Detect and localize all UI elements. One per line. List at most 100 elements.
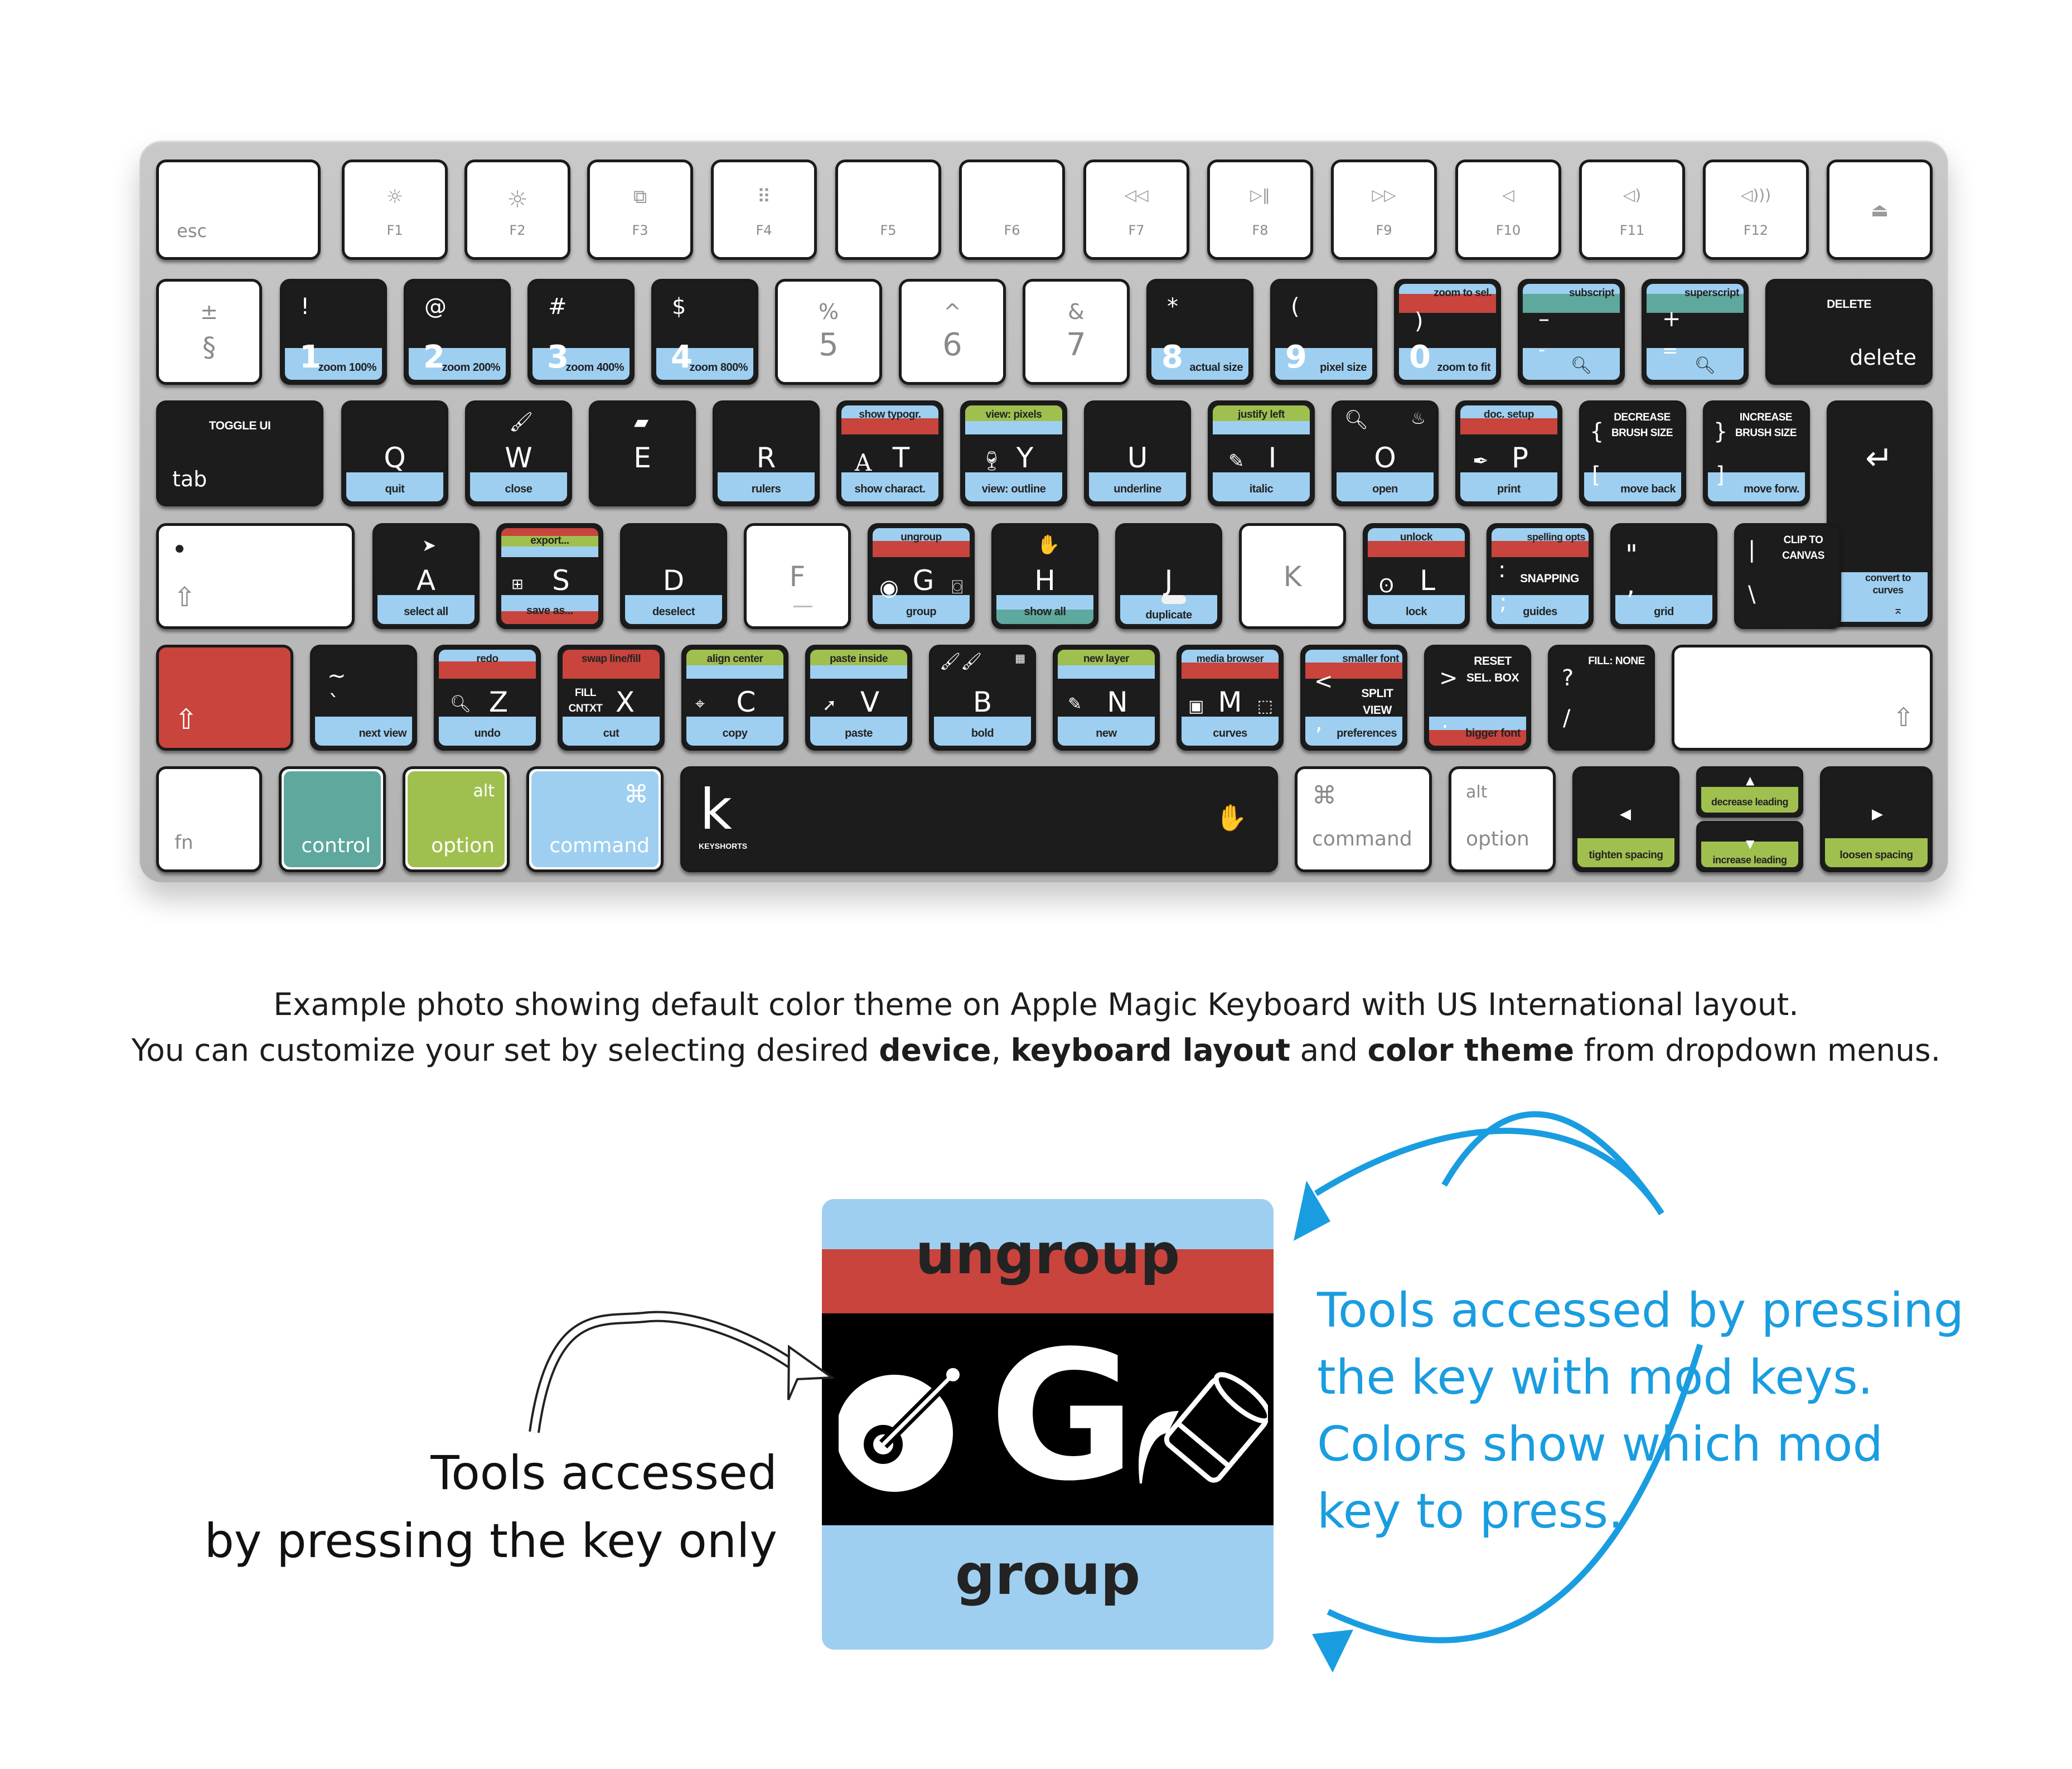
key-l[interactable]: unlock ʘ L lock	[1363, 523, 1470, 629]
key-label: ;	[1499, 589, 1507, 615]
key-label: I	[1268, 442, 1277, 475]
key-label: =	[1662, 340, 1678, 362]
key-action: print	[1497, 483, 1521, 495]
key-action: copy	[722, 727, 748, 740]
key-action: move forw.	[1744, 483, 1799, 495]
key-action: paste	[845, 727, 873, 740]
zoom-in-icon: 🔍︎	[1695, 356, 1716, 375]
key-shift-label: #	[548, 294, 567, 320]
key-shift-label: @	[424, 294, 447, 320]
key-label: S	[552, 564, 570, 597]
key-action: decrease leading	[1711, 796, 1789, 808]
key-mod-action: media browser	[1196, 653, 1264, 664]
key-mod-action: new layer	[1083, 653, 1130, 665]
pointer-icon: ➤	[422, 536, 437, 555]
marquee-icon: ⬚	[1257, 697, 1273, 716]
right-top-arrow	[1441, 1111, 1664, 1216]
key-label: `	[328, 691, 340, 717]
key-label: 0	[1409, 339, 1431, 375]
key-label: Q	[384, 442, 406, 475]
key-label: A	[416, 564, 436, 597]
hand-icon: ✋	[1037, 534, 1061, 556]
key-n[interactable]: new layer ✎ N new	[1053, 645, 1160, 751]
key-action: quit	[385, 483, 405, 495]
annotation-arrows	[529, 1111, 1703, 1673]
key-mod-action: unlock	[1400, 531, 1433, 543]
key-label: \	[1748, 582, 1756, 607]
key-shift-label: )	[1415, 308, 1424, 334]
home-bump	[1161, 595, 1186, 604]
key-shift-label: ?	[1562, 665, 1574, 691]
key-label: O	[1374, 442, 1396, 475]
node-tool-icon: ⌖	[695, 694, 705, 714]
zoom-out-icon: 🔍︎	[1571, 356, 1592, 375]
key-mod-action: smaller font	[1342, 653, 1399, 665]
key-action: loosen spacing	[1839, 849, 1913, 861]
key-mod-action: doc. setup	[1483, 409, 1534, 420]
key-shift-label: (	[1291, 294, 1300, 320]
key-shift-label: *	[1167, 294, 1178, 320]
key-action: convert to curves	[1865, 572, 1911, 596]
key-label: V	[860, 686, 880, 719]
key-action: show all	[1024, 606, 1066, 618]
key-shift-label: $	[672, 294, 686, 320]
key-mod-action: superscript	[1684, 287, 1739, 299]
key-label: N	[1107, 686, 1128, 719]
key-s[interactable]: export... ⊞ S save as...	[496, 523, 603, 629]
key-m[interactable]: media browser ▣ M ⬚ curves	[1177, 645, 1284, 751]
key-action: pixel size	[1320, 361, 1367, 374]
key-label: W	[505, 442, 532, 475]
blue-arrowhead-bottom	[1312, 1630, 1353, 1673]
crop-icon: ⊞	[511, 576, 524, 593]
key-shift-label: >	[1439, 665, 1458, 691]
key-action: next view	[359, 727, 406, 740]
key-action: zoom 400%	[565, 361, 624, 374]
key-mod-action: zoom to sel.	[1434, 287, 1492, 299]
key-shift-label: –	[1538, 306, 1550, 332]
key-label: D	[662, 564, 685, 597]
key-label: Z	[488, 686, 509, 719]
left-arrow-icon: ◀	[1620, 806, 1631, 823]
key-shift-label: :	[1498, 557, 1506, 583]
key-action: undo	[474, 727, 501, 740]
key-label: ,	[1626, 569, 1635, 601]
key-label: J	[1164, 564, 1173, 597]
key-label: X	[615, 686, 635, 719]
key-action: tighten spacing	[1589, 849, 1663, 861]
key-action: duplicate	[1145, 609, 1192, 621]
grid-icon: ▦	[1015, 651, 1025, 665]
key-label: 8	[1161, 339, 1183, 375]
key-c[interactable]: align center ⌖ C copy	[681, 645, 788, 751]
key-action: move back	[1620, 483, 1676, 495]
key-action: select all	[404, 606, 448, 618]
key-mod-action: subscript	[1568, 287, 1615, 299]
key-action: rulers	[751, 483, 781, 495]
key-label: L	[1420, 564, 1435, 597]
key-z[interactable]: redo 🔍︎ Z undo	[434, 645, 541, 751]
key-label: C	[736, 686, 756, 719]
key-shift-label: ~	[327, 663, 346, 689]
key-label: T	[892, 442, 910, 475]
key-label: .	[1441, 708, 1449, 733]
key-shift-label: +	[1662, 306, 1681, 332]
key-action: zoom 100%	[318, 361, 377, 374]
key-label: Y	[1016, 442, 1034, 475]
key-mod-action: ungroup	[901, 531, 942, 543]
key-action: group	[906, 606, 937, 618]
key-action: cut	[603, 727, 619, 740]
key-label: 3	[547, 339, 569, 375]
key-g[interactable]: ungroup ◉ G ⌼ group	[868, 523, 975, 629]
key-label: -	[1538, 339, 1546, 361]
right-arrow-icon: ▶	[1872, 806, 1883, 823]
flame-icon: ♨	[1411, 409, 1426, 428]
fill-bucket-icon: ⌼	[951, 576, 963, 598]
key-label: ,	[1315, 710, 1323, 736]
key-action: deselect	[652, 606, 695, 618]
key-shift-label: }	[1713, 419, 1728, 444]
key-label: 1	[299, 339, 321, 375]
zoom-tool-icon: 🔍︎	[1344, 409, 1369, 431]
key-shift-label: !	[301, 294, 310, 320]
key-action: actual size	[1189, 361, 1243, 374]
left-arrowhead	[787, 1345, 835, 1400]
brush-icon: 🖌︎	[509, 411, 534, 433]
